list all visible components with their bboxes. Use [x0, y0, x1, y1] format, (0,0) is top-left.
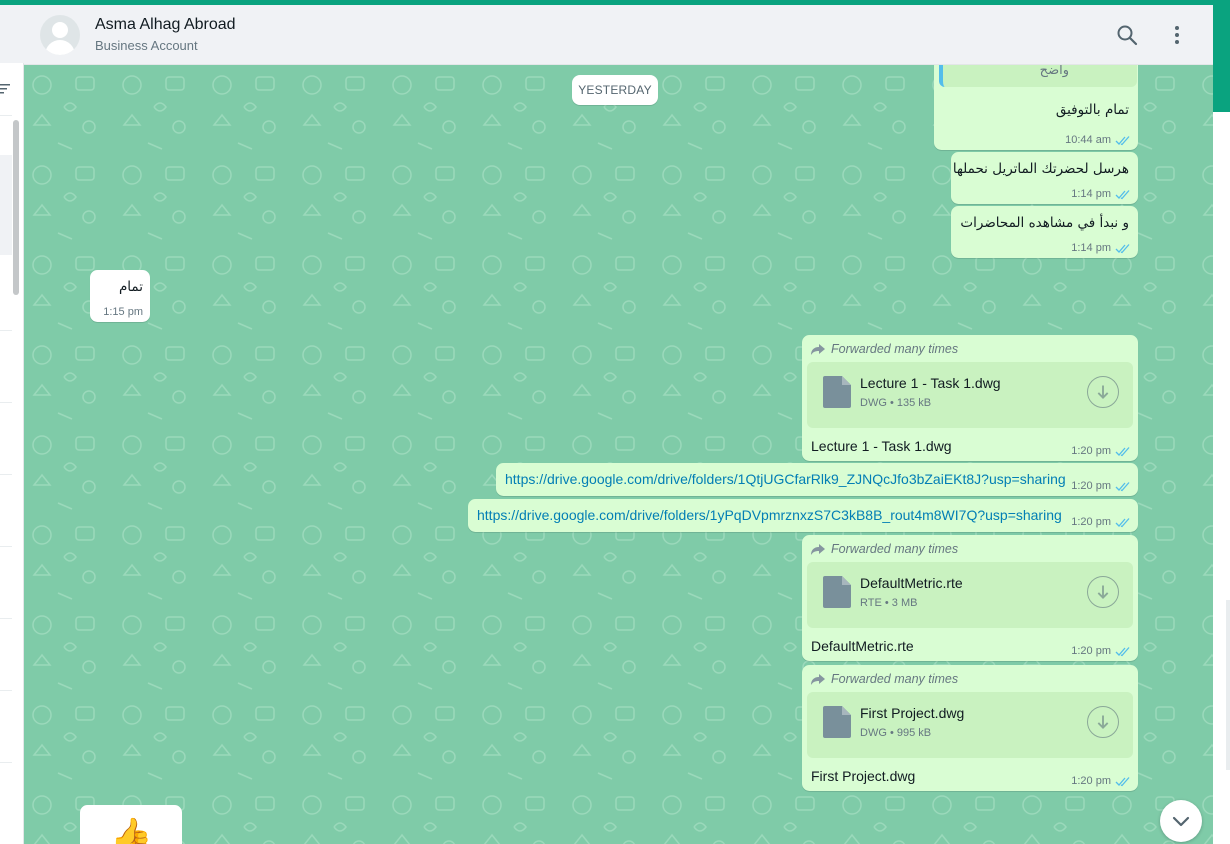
link-message[interactable]: https://drive.google.com/drive/folders/1… — [468, 499, 1138, 532]
chevron-down-icon — [1172, 816, 1190, 827]
file-meta: DWG • 135 kB — [860, 397, 932, 409]
chat-list-divider — [0, 546, 12, 547]
message-time: 1:20 pm — [1071, 516, 1111, 528]
forwarded-text: Forwarded many times — [831, 342, 959, 356]
quoted-text: واضح — [1039, 65, 1069, 78]
file-icon — [823, 576, 851, 608]
document-message[interactable]: Forwarded many times Lecture 1 - Task 1.… — [802, 335, 1138, 461]
file-icon — [823, 706, 851, 738]
menu-icon[interactable] — [1165, 23, 1189, 47]
double-check-icon — [1115, 481, 1130, 491]
chat-list-panel — [0, 5, 24, 844]
message-caption: DefaultMetric.rte — [811, 638, 914, 654]
message-meta: 1:20 pm — [1071, 775, 1131, 787]
document-attachment[interactable]: First Project.dwg DWG • 995 kB — [807, 692, 1133, 758]
chat-list-divider — [0, 618, 12, 619]
message-bubble-outgoing[interactable]: واضح تمام بالتوفيق 10:44 am — [934, 65, 1138, 150]
double-check-icon — [1115, 135, 1130, 145]
avatar[interactable] — [40, 15, 80, 55]
document-message[interactable]: Forwarded many times First Project.dwg D… — [802, 665, 1138, 791]
chat-list-header — [0, 5, 24, 63]
document-attachment[interactable]: DefaultMetric.rte RTE • 3 MB — [807, 562, 1133, 628]
message-text: تمام بالتوفيق — [1055, 102, 1129, 118]
message-meta: 1:20 pm — [1071, 516, 1131, 528]
forwarded-label: Forwarded many times — [810, 342, 958, 356]
message-time: 1:20 pm — [1071, 645, 1111, 657]
message-link[interactable]: https://drive.google.com/drive/folders/1… — [477, 507, 1062, 523]
quoted-message[interactable]: واضح — [939, 65, 1137, 87]
avatar-head — [52, 22, 68, 38]
message-time: 1:15 pm — [103, 306, 143, 318]
message-time: 1:20 pm — [1071, 775, 1111, 787]
conversation-header[interactable]: Asma Alhag Abroad Business Account — [24, 5, 1213, 65]
message-meta: 1:14 pm — [1071, 188, 1131, 200]
message-time: 10:44 am — [1065, 134, 1111, 146]
message-text: و نبدأ في مشاهده المحاضرات — [960, 215, 1129, 231]
contact-subtitle: Business Account — [95, 38, 198, 53]
chat-list-divider — [0, 115, 12, 116]
forwarded-icon — [811, 544, 825, 555]
chat-list-divider — [0, 762, 12, 763]
message-time: 1:14 pm — [1071, 188, 1111, 200]
avatar-body — [45, 40, 75, 55]
message-meta: 1:20 pm — [1071, 480, 1131, 492]
forwarded-text: Forwarded many times — [831, 542, 959, 556]
message-text: هرسل لحضرتك الماتريل نحملها — [952, 161, 1129, 177]
link-message[interactable]: https://drive.google.com/drive/folders/1… — [496, 463, 1138, 496]
contact-name[interactable]: Asma Alhag Abroad — [95, 16, 236, 34]
double-check-icon — [1115, 776, 1130, 786]
filter-icon[interactable] — [0, 83, 10, 95]
thumbs-up-sticker: 👍 — [110, 817, 153, 844]
message-text: تمام — [118, 279, 143, 295]
double-check-icon — [1115, 243, 1130, 253]
double-check-icon — [1115, 189, 1130, 199]
chat-list-divider — [0, 474, 12, 475]
forwarded-text: Forwarded many times — [831, 672, 959, 686]
file-icon — [823, 376, 851, 408]
file-name: First Project.dwg — [860, 705, 965, 721]
chat-list-scrollbar[interactable] — [13, 120, 19, 295]
message-caption: First Project.dwg — [811, 768, 916, 784]
document-message[interactable]: Forwarded many times DefaultMetric.rte R… — [802, 535, 1138, 661]
date-divider: YESTERDAY — [572, 75, 658, 105]
message-link[interactable]: https://drive.google.com/drive/folders/1… — [505, 471, 1066, 487]
double-check-icon — [1115, 446, 1130, 456]
double-check-icon — [1115, 646, 1130, 656]
message-meta: 1:14 pm — [1071, 242, 1131, 254]
chat-list-divider — [0, 690, 12, 691]
conversation-panel[interactable]: YESTERDAY واضح تمام بالتوفيق 10:44 am هر… — [24, 65, 1213, 844]
forwarded-label: Forwarded many times — [810, 542, 958, 556]
message-caption: Lecture 1 - Task 1.dwg — [811, 438, 952, 454]
chat-list-item-selected[interactable] — [0, 155, 12, 255]
message-bubble-outgoing[interactable]: و نبدأ في مشاهده المحاضرات 1:14 pm — [951, 206, 1138, 258]
chat-list-divider — [0, 330, 12, 331]
file-meta: RTE • 3 MB — [860, 597, 918, 609]
message-meta: 1:20 pm — [1071, 445, 1131, 457]
message-meta: 10:44 am — [1065, 134, 1131, 146]
forwarded-icon — [811, 674, 825, 685]
message-time: 1:20 pm — [1071, 445, 1111, 457]
forwarded-label: Forwarded many times — [810, 672, 958, 686]
right-accent-edge — [1213, 5, 1230, 112]
file-name: DefaultMetric.rte — [860, 575, 963, 591]
download-icon[interactable] — [1087, 706, 1119, 738]
page-scrollbar[interactable] — [1226, 600, 1230, 770]
message-bubble-outgoing[interactable]: هرسل لحضرتك الماتريل نحملها 1:14 pm — [951, 152, 1138, 204]
file-meta: DWG • 995 kB — [860, 727, 932, 739]
message-bubble-incoming[interactable]: تمام 1:15 pm — [90, 270, 150, 322]
forwarded-icon — [811, 344, 825, 355]
chat-list-divider — [0, 402, 12, 403]
download-icon[interactable] — [1087, 576, 1119, 608]
search-icon[interactable] — [1115, 23, 1139, 47]
message-meta: 1:20 pm — [1071, 645, 1131, 657]
document-attachment[interactable]: Lecture 1 - Task 1.dwg DWG • 135 kB — [807, 362, 1133, 428]
sticker-message[interactable]: 👍 — [80, 805, 182, 844]
scroll-to-bottom-button[interactable] — [1160, 800, 1202, 842]
download-icon[interactable] — [1087, 376, 1119, 408]
message-meta: 1:15 pm — [103, 306, 143, 318]
double-check-icon — [1115, 517, 1130, 527]
message-time: 1:14 pm — [1071, 242, 1111, 254]
message-time: 1:20 pm — [1071, 480, 1111, 492]
file-name: Lecture 1 - Task 1.dwg — [860, 375, 1001, 391]
